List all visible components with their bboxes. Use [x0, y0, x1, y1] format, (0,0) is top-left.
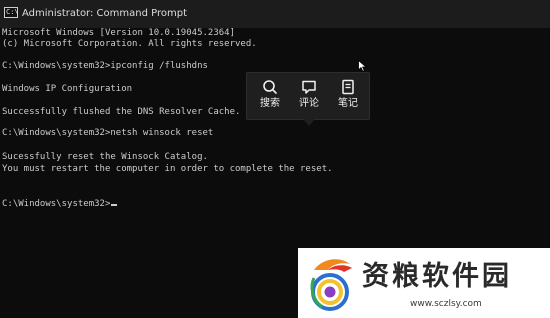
- note-icon: [342, 79, 354, 95]
- watermark-logo-icon: [310, 259, 352, 311]
- note-button[interactable]: 笔记: [330, 79, 366, 115]
- search-button[interactable]: 搜索: [252, 79, 288, 115]
- console-line: C:\Windows\system32>netsh winsock reset: [2, 128, 214, 138]
- command-prompt-icon: C:\: [4, 7, 19, 18]
- console-prompt-line[interactable]: C:\Windows\system32>: [2, 199, 118, 210]
- console-line: Windows IP Configuration: [2, 84, 133, 94]
- window-title: Administrator: Command Prompt: [22, 8, 187, 19]
- note-button-label: 笔记: [338, 98, 358, 109]
- comment-icon: [302, 80, 316, 94]
- console-line: Microsoft Windows [Version 10.0.19045.23…: [2, 28, 235, 38]
- popup-pointer-arrow: [303, 119, 315, 126]
- selection-context-popup: 搜索 评论 笔记: [246, 72, 370, 120]
- comment-button-label: 评论: [299, 98, 319, 109]
- console-prompt: C:\Windows\system32>: [2, 199, 111, 209]
- console-line: Successfully flushed the DNS Resolver Ca…: [2, 107, 241, 117]
- console-line: (c) Microsoft Corporation. All rights re…: [2, 39, 257, 49]
- watermark-url: www.sczlsy.com: [410, 299, 482, 309]
- console-line: Sucessfully reset the Winsock Catalog.: [2, 152, 208, 162]
- comment-button[interactable]: 评论: [291, 79, 327, 115]
- search-icon: [263, 80, 277, 94]
- mouse-pointer-icon: [358, 60, 367, 72]
- watermark-title: 资粮软件园: [362, 261, 512, 292]
- console-line: C:\Windows\system32>ipconfig /flushdns: [2, 61, 208, 71]
- watermark: 资粮软件园 www.sczlsy.com: [298, 248, 550, 318]
- title-bar: C:\ Administrator: Command Prompt: [0, 0, 550, 28]
- text-cursor: [111, 204, 118, 206]
- console-line: You must restart the computer in order t…: [2, 164, 333, 174]
- search-button-label: 搜索: [260, 98, 280, 109]
